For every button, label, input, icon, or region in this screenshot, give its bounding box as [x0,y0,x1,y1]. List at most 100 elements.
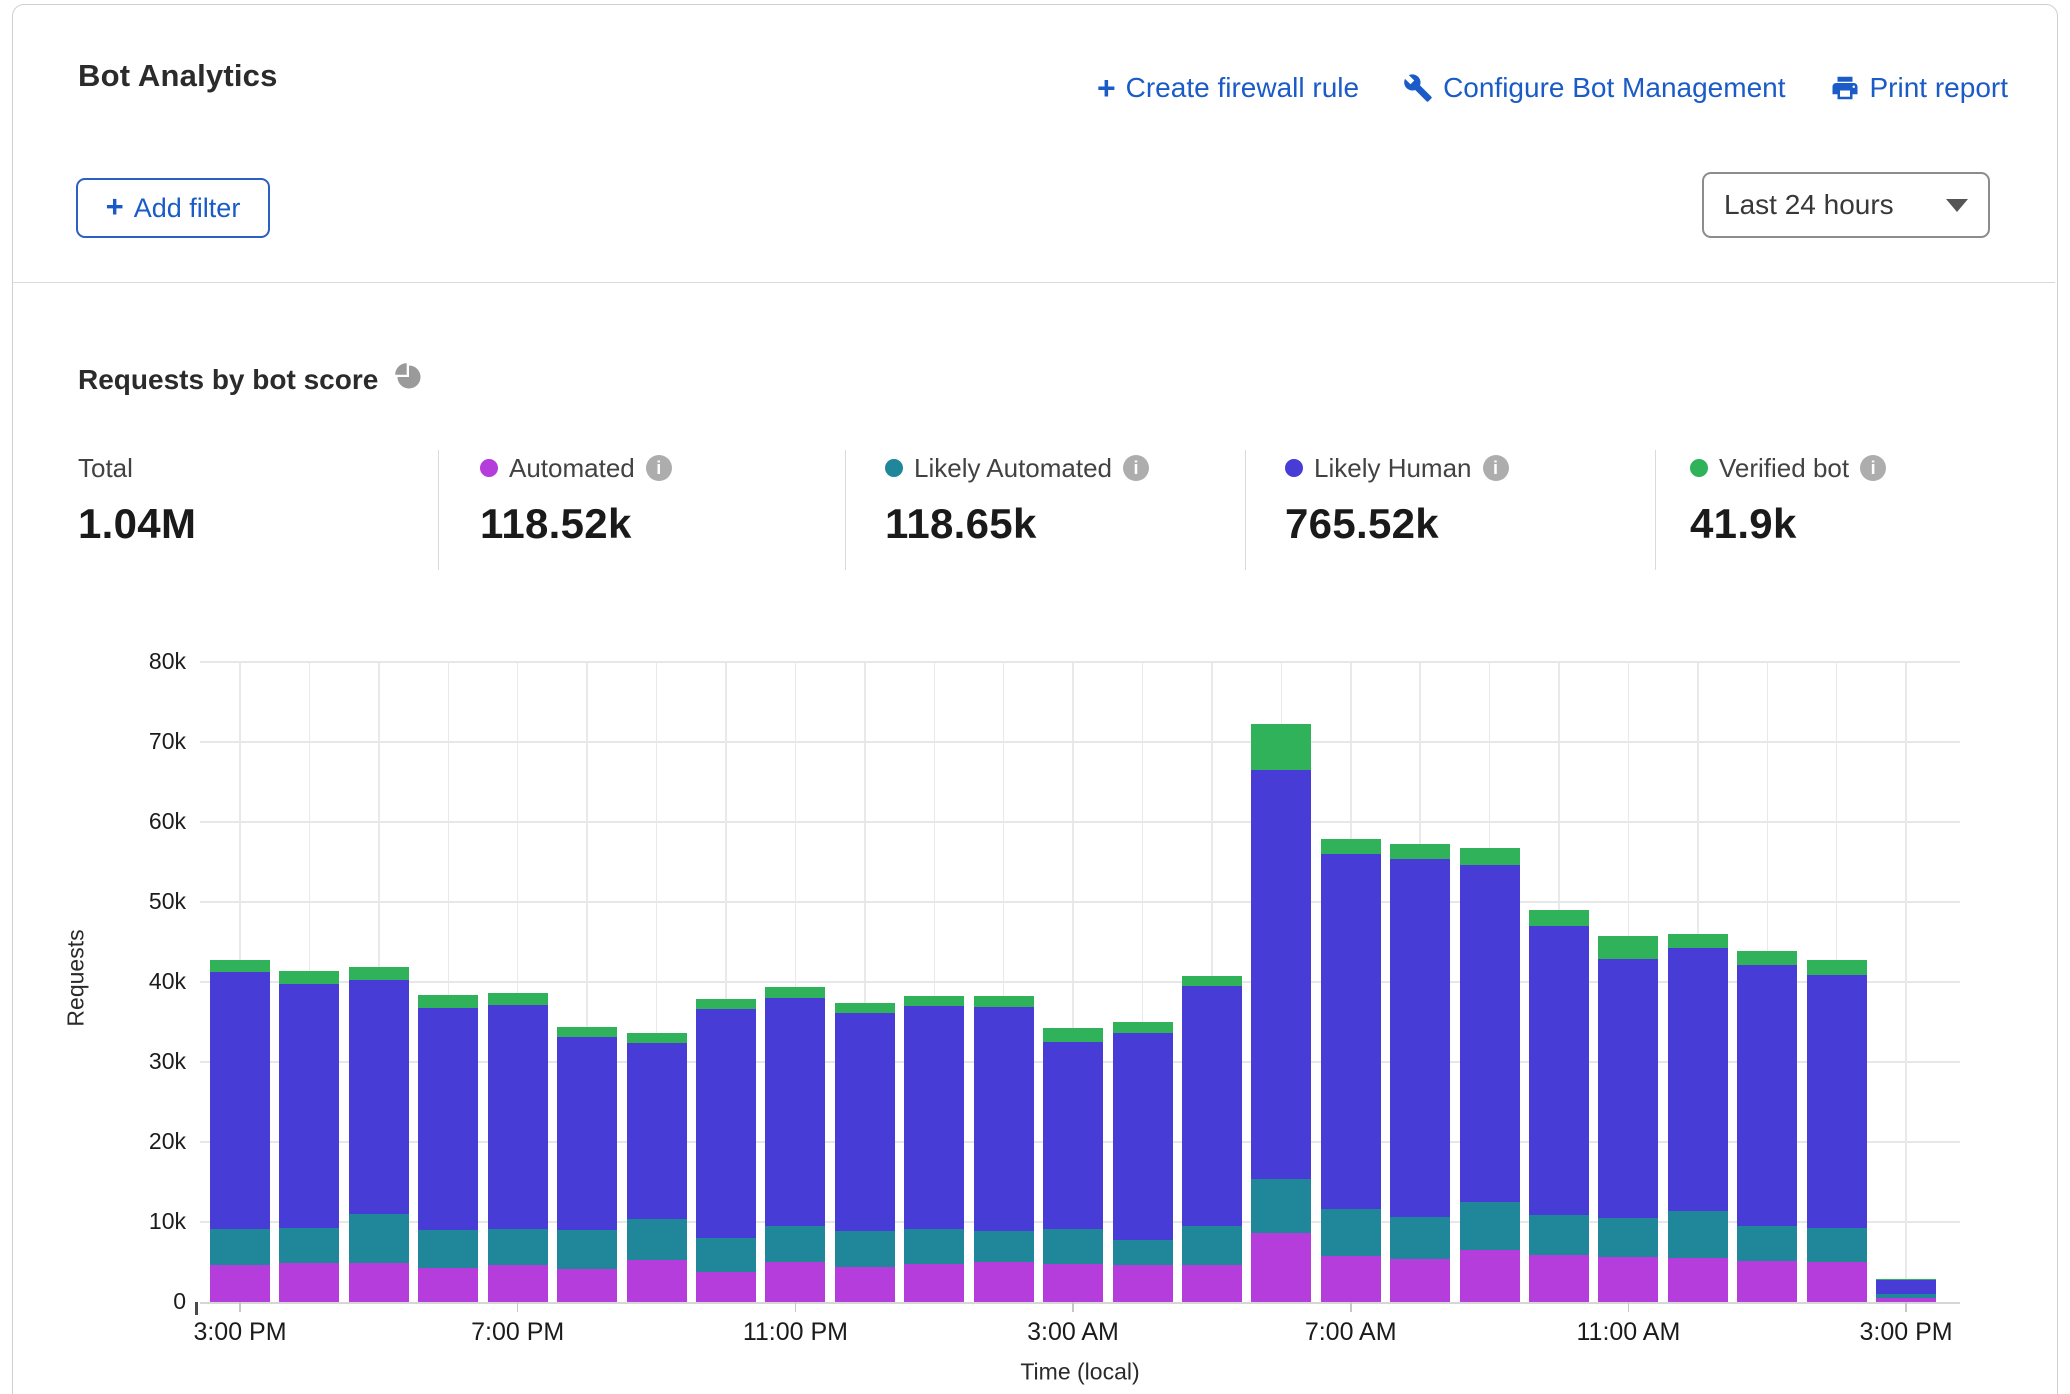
configure-bot-management-link[interactable]: Configure Bot Management [1403,72,1785,104]
print-report-link[interactable]: Print report [1830,72,2009,104]
bar-segment-likely-human[interactable] [1321,854,1381,1209]
info-icon[interactable]: i [646,455,672,481]
bar-segment-verified-bot[interactable] [1390,844,1450,859]
bar-segment-likely-automated[interactable] [904,1229,964,1264]
bar-segment-likely-human[interactable] [765,998,825,1226]
bar-segment-likely-human[interactable] [835,1013,895,1231]
bar-segment-likely-automated[interactable] [418,1230,478,1268]
bar-segment-automated[interactable] [1321,1256,1381,1302]
bar-segment-likely-human[interactable] [557,1037,617,1230]
bar-segment-likely-automated[interactable] [279,1228,339,1263]
bar-segment-likely-human[interactable] [627,1043,687,1219]
bar-segment-likely-automated[interactable] [835,1231,895,1267]
bar-segment-likely-automated[interactable] [1321,1209,1381,1255]
bar-segment-likely-automated[interactable] [1460,1202,1520,1250]
info-icon[interactable]: i [1860,455,1886,481]
bar-segment-automated[interactable] [1251,1233,1311,1302]
bar-segment-likely-automated[interactable] [349,1214,409,1263]
bar-segment-likely-automated[interactable] [1737,1226,1797,1261]
info-icon[interactable]: i [1123,455,1149,481]
bar-segment-likely-human[interactable] [1182,986,1242,1226]
bar-segment-likely-human[interactable] [1113,1033,1173,1240]
bar-segment-likely-human[interactable] [1043,1042,1103,1229]
bar-segment-likely-human[interactable] [488,1005,548,1229]
bar-segment-verified-bot[interactable] [1321,839,1381,854]
bar-segment-likely-human[interactable] [904,1006,964,1229]
bar-segment-verified-bot[interactable] [765,987,825,998]
bar-segment-verified-bot[interactable] [627,1033,687,1043]
bar-segment-automated[interactable] [696,1272,756,1302]
bar-segment-likely-human[interactable] [418,1008,478,1230]
create-firewall-rule-link[interactable]: + Create firewall rule [1097,72,1359,104]
bar-segment-verified-bot[interactable] [696,999,756,1009]
bar-segment-automated[interactable] [1113,1265,1173,1302]
bar-segment-verified-bot[interactable] [418,995,478,1008]
bar-segment-verified-bot[interactable] [1668,934,1728,948]
bar-segment-likely-automated[interactable] [1668,1211,1728,1258]
bar-segment-likely-human[interactable] [1390,859,1450,1217]
bar-segment-likely-automated[interactable] [1876,1294,1936,1298]
bar-segment-automated[interactable] [765,1262,825,1302]
bar-segment-likely-automated[interactable] [210,1229,270,1265]
bar-segment-verified-bot[interactable] [488,993,548,1005]
bar-segment-likely-automated[interactable] [1182,1226,1242,1265]
bar-segment-verified-bot[interactable] [557,1027,617,1037]
bar-segment-automated[interactable] [1598,1257,1658,1302]
bar-segment-verified-bot[interactable] [210,960,270,972]
info-icon[interactable]: i [1483,455,1509,481]
bar-segment-likely-automated[interactable] [765,1226,825,1262]
bar-segment-verified-bot[interactable] [974,996,1034,1006]
bar-segment-automated[interactable] [1668,1258,1728,1302]
bar-segment-likely-human[interactable] [349,980,409,1214]
bar-segment-verified-bot[interactable] [1251,724,1311,770]
bar-segment-verified-bot[interactable] [1043,1028,1103,1042]
bar-segment-likely-automated[interactable] [488,1229,548,1265]
bar-segment-automated[interactable] [1737,1261,1797,1302]
bar-segment-likely-human[interactable] [1251,770,1311,1179]
bar-segment-likely-automated[interactable] [1529,1215,1589,1255]
bar-segment-likely-automated[interactable] [1251,1179,1311,1233]
bar-segment-likely-human[interactable] [1876,1280,1936,1294]
bar-segment-verified-bot[interactable] [835,1003,895,1013]
bar-segment-verified-bot[interactable] [904,996,964,1006]
bar-segment-automated[interactable] [904,1264,964,1302]
bar-segment-likely-human[interactable] [1668,948,1728,1211]
bar-segment-likely-automated[interactable] [1598,1218,1658,1257]
bar-segment-likely-automated[interactable] [1043,1229,1103,1264]
bar-segment-verified-bot[interactable] [1737,951,1797,965]
bar-segment-verified-bot[interactable] [349,967,409,980]
time-range-select[interactable]: Last 24 hours [1702,172,1990,238]
bar-segment-automated[interactable] [974,1262,1034,1302]
bar-segment-likely-human[interactable] [1460,865,1520,1202]
bar-segment-likely-human[interactable] [1529,926,1589,1215]
bar-segment-automated[interactable] [1807,1262,1867,1302]
bar-segment-likely-human[interactable] [279,984,339,1228]
add-filter-button[interactable]: + Add filter [76,178,270,238]
bar-segment-likely-human[interactable] [1807,975,1867,1228]
bar-segment-automated[interactable] [557,1269,617,1302]
bar-segment-automated[interactable] [349,1263,409,1302]
bar-segment-likely-human[interactable] [210,972,270,1230]
bar-segment-likely-automated[interactable] [557,1230,617,1269]
bar-segment-likely-automated[interactable] [974,1231,1034,1262]
bar-segment-automated[interactable] [1182,1265,1242,1302]
bar-segment-likely-human[interactable] [974,1007,1034,1231]
bar-segment-verified-bot[interactable] [1182,976,1242,986]
bar-segment-automated[interactable] [418,1268,478,1302]
bar-segment-automated[interactable] [279,1263,339,1302]
bar-segment-likely-automated[interactable] [1113,1240,1173,1265]
bar-segment-verified-bot[interactable] [1529,910,1589,926]
bar-segment-verified-bot[interactable] [1598,936,1658,958]
bar-segment-automated[interactable] [1390,1259,1450,1302]
bar-segment-likely-human[interactable] [1598,959,1658,1218]
bar-segment-verified-bot[interactable] [1460,848,1520,865]
bar-segment-automated[interactable] [835,1267,895,1302]
bar-segment-likely-automated[interactable] [1807,1228,1867,1262]
bar-segment-likely-automated[interactable] [696,1238,756,1272]
bar-segment-automated[interactable] [1460,1250,1520,1302]
bar-segment-likely-human[interactable] [1737,965,1797,1226]
bar-segment-automated[interactable] [210,1265,270,1302]
bar-segment-likely-automated[interactable] [1390,1217,1450,1259]
bar-segment-verified-bot[interactable] [1807,960,1867,975]
bar-segment-automated[interactable] [488,1265,548,1302]
